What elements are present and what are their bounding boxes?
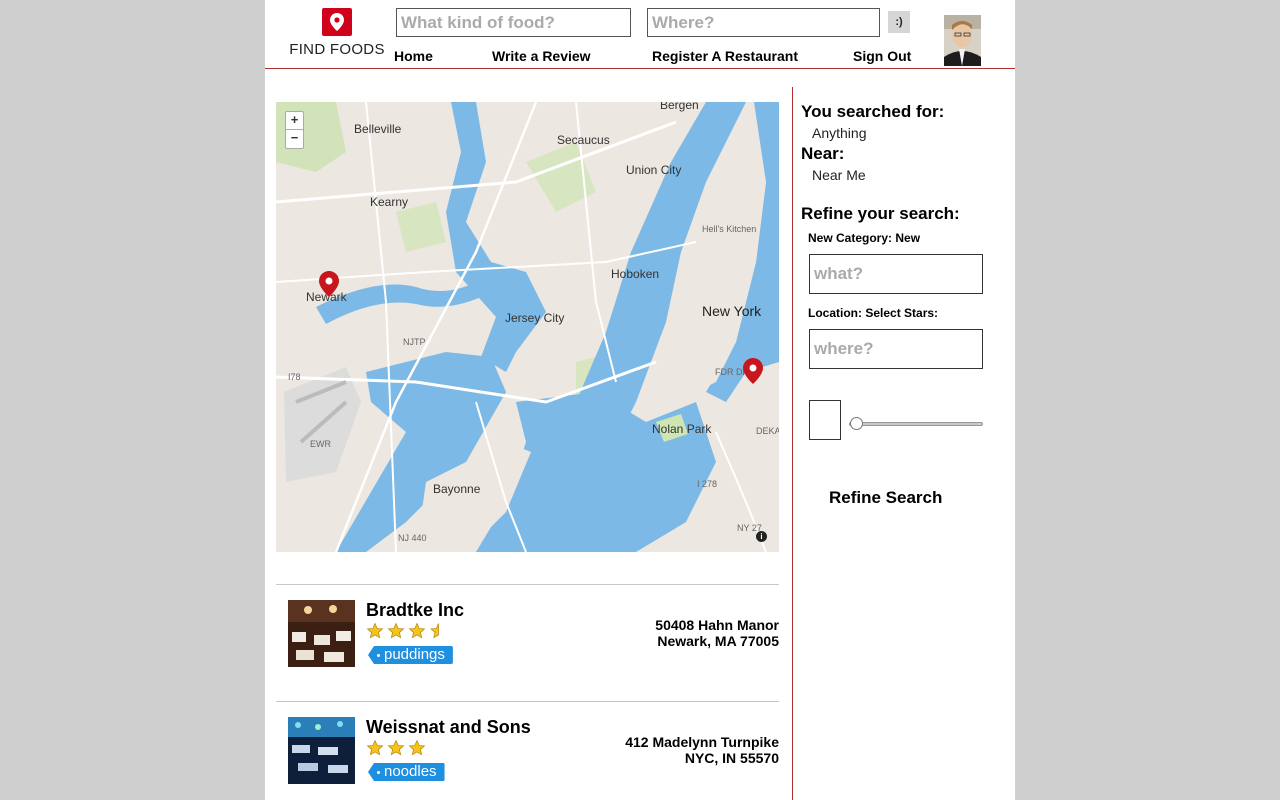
map-label-belleville: Belleville [354, 122, 402, 136]
sidebar-divider [792, 87, 793, 800]
address-line1: 50408 Hahn Manor [655, 617, 779, 633]
nav-home-link[interactable]: Home [394, 48, 433, 64]
map-zoom-in-button[interactable]: + [285, 111, 304, 130]
map-label-hoboken: Hoboken [611, 267, 660, 281]
map-label-ewr: EWR [310, 439, 331, 449]
star-full-icon [366, 622, 384, 639]
map-label-njtp: NJTP [403, 337, 426, 347]
map-label-union-city: Union City [626, 163, 682, 177]
near-value: Near Me [812, 167, 866, 183]
map-label-nj440: NJ 440 [398, 533, 427, 543]
near-heading: Near: [801, 144, 845, 163]
results-map[interactable]: + − Belleville Bergen Secaucus Union Cit… [276, 102, 779, 552]
map-label-bergen: Bergen [660, 102, 699, 112]
address-line1: 412 Madelynn Turnpike [625, 734, 779, 750]
map-label-new-york: New York [702, 303, 762, 319]
category-tag[interactable]: noodles [368, 763, 445, 781]
map-label-bayonne: Bayonne [433, 482, 481, 496]
star-full-icon [387, 739, 405, 756]
address-line2: NYC, IN 55570 [684, 750, 779, 766]
refine-where-input[interactable] [809, 329, 983, 369]
searched-for-heading: You searched for: [801, 102, 945, 121]
map-label-dekalb: DEKALB [756, 426, 779, 436]
map-label-nolan-park: Nolan Park [652, 422, 712, 436]
searched-for-value: Anything [812, 125, 867, 141]
address-line2: Newark, MA 77005 [657, 633, 779, 649]
category-tag[interactable]: puddings [368, 646, 453, 664]
map-label-kearny: Kearny [370, 195, 409, 209]
page: FIND FOODS :) Home Write a Review Regist… [265, 0, 1015, 800]
map-marker-nyc-icon[interactable] [743, 358, 763, 384]
refine-what-input[interactable] [809, 254, 983, 294]
rating-stars [366, 622, 439, 640]
nav-sign-out-link[interactable]: Sign Out [853, 48, 911, 64]
star-full-icon [408, 622, 426, 639]
map-info-icon[interactable]: i [756, 531, 767, 542]
star-slider-track[interactable] [849, 422, 983, 426]
map-pin-logo-icon [322, 8, 352, 36]
search-submit-button[interactable]: :) [888, 11, 910, 33]
star-half-icon [430, 623, 439, 639]
map-zoom-out-button[interactable]: − [285, 130, 304, 149]
map-label-i78: I78 [288, 372, 301, 382]
main-nav: Home Write a Review Register A Restauran… [265, 48, 1015, 66]
location-stars-label: Location: Select Stars: [808, 306, 939, 320]
rating-stars [366, 739, 426, 757]
map-label-i278: I 278 [697, 479, 718, 489]
restaurant-photo[interactable] [288, 717, 355, 784]
star-slider-handle[interactable] [850, 417, 863, 430]
food-search-input[interactable] [396, 8, 631, 37]
map-marker-newark-icon[interactable] [319, 271, 339, 297]
restaurant-name[interactable]: Bradtke Inc [366, 600, 464, 621]
star-value-box [809, 400, 841, 440]
star-full-icon [366, 739, 384, 756]
result-item[interactable]: Weissnat and Sons noodles 412 Madelynn T… [276, 701, 779, 800]
refine-search-button[interactable]: Refine Search [829, 488, 942, 508]
restaurant-address: 412 Madelynn Turnpike NYC, IN 55570 [625, 734, 779, 766]
restaurant-address: 50408 Hahn Manor Newark, MA 77005 [655, 617, 779, 649]
refine-heading: Refine your search: [801, 204, 960, 223]
map-label-secaucus: Secaucus [557, 133, 610, 147]
refine-sidebar: You searched for: Anything Near: Near Me… [801, 102, 1015, 507]
header-divider [265, 68, 1015, 69]
nav-register-restaurant-link[interactable]: Register A Restaurant [652, 48, 798, 64]
nav-write-review-link[interactable]: Write a Review [492, 48, 591, 64]
star-full-icon [408, 739, 426, 756]
location-search-input[interactable] [647, 8, 880, 37]
map-label-hells-kitchen: Hell's Kitchen [702, 224, 757, 234]
restaurant-name[interactable]: Weissnat and Sons [366, 717, 531, 738]
star-full-icon [387, 622, 405, 639]
category-label: New Category: New [808, 231, 921, 245]
restaurant-photo[interactable] [288, 600, 355, 667]
map-label-jersey-city: Jersey City [505, 311, 565, 325]
result-item[interactable]: Bradtke Inc puddings 50408 Hahn Manor Ne… [276, 584, 779, 694]
